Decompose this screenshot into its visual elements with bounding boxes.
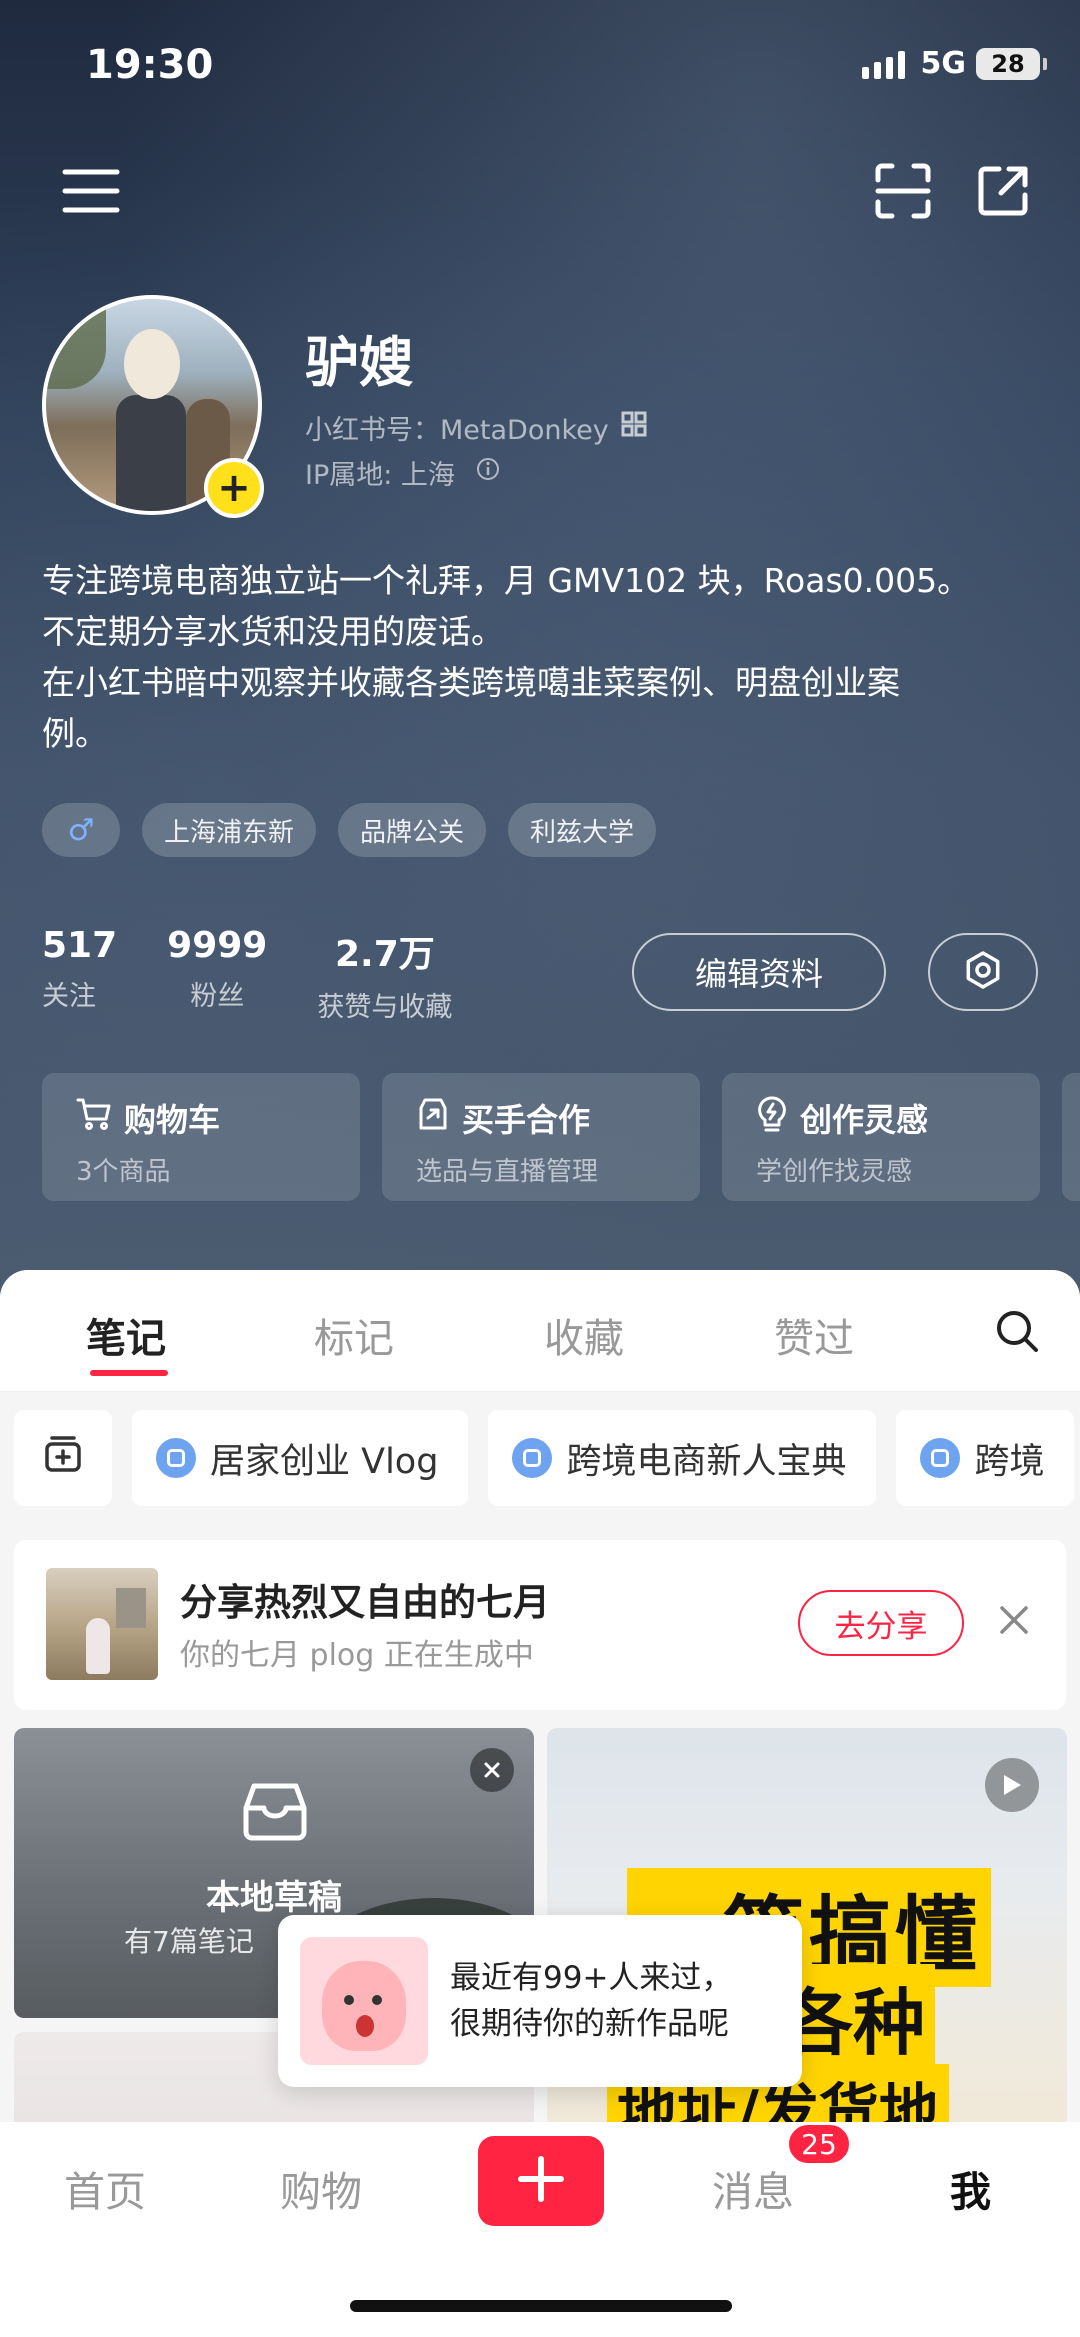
mascot-image [300, 1937, 428, 2065]
play-icon [985, 1758, 1039, 1812]
stat-following[interactable]: 517 关注 [42, 925, 117, 1024]
home-indicator [350, 2300, 732, 2312]
share-icon[interactable] [968, 156, 1038, 226]
bio-line: 不定期分享水货和没用的废话。 [42, 612, 504, 651]
card-title: 创作灵感 [800, 1101, 929, 1139]
bottom-nav: 首页 购物 消息 25 我 [0, 2122, 1080, 2337]
more-card[interactable] [1062, 1073, 1080, 1201]
stat-label: 获赞与收藏 [317, 992, 453, 1023]
collection-chip[interactable]: 跨境电商新人宝典 [488, 1410, 877, 1506]
qrcode-icon[interactable] [621, 411, 647, 444]
nav-home[interactable]: 首页 [64, 2158, 146, 2218]
menu-icon[interactable] [56, 156, 126, 226]
stat-likes[interactable]: 2.7万 获赞与收藏 [317, 925, 452, 1024]
collection-chips: 居家创业 Vlog 跨境电商新人宝典 跨境 [0, 1410, 1075, 1506]
bulb-icon [756, 1095, 788, 1141]
status-time: 19:30 [86, 42, 214, 88]
tag-profession[interactable]: 品牌公关 [338, 803, 487, 857]
toast-message: 最近有99+人来过， 很期待你的新作品呢 [450, 1955, 732, 2047]
tab-marks[interactable]: 标记 [314, 1306, 394, 1364]
bio-line: 专注跨境电商独立站一个礼拜，月 GMV102 块，Roas0.005。 [42, 561, 971, 600]
scan-icon[interactable] [868, 156, 938, 226]
collection-label: 跨境 [974, 1441, 1045, 1482]
tab-notes[interactable]: 笔记 [86, 1306, 166, 1364]
account-id-row: 小红书号：MetaDonkey [305, 408, 647, 447]
tag-location[interactable]: 上海浦东新 [142, 803, 317, 857]
tab-active-indicator [90, 1370, 168, 1376]
profile-stats: 517 关注 9999 粉丝 2.7万 获赞与收藏 [42, 925, 452, 1024]
message-count-badge: 25 [786, 2122, 852, 2166]
visitor-toast[interactable]: 最近有99+人来过， 很期待你的新作品呢 [278, 1915, 802, 2087]
gear-icon [963, 950, 1003, 994]
plog-thumbnail [46, 1568, 158, 1680]
status-indicators: 5G 28 [861, 46, 1047, 81]
collection-label: 居家创业 Vlog [210, 1441, 439, 1482]
edit-profile-button[interactable]: 编辑资料 [632, 933, 886, 1011]
tab-liked[interactable]: 赞过 [774, 1306, 854, 1364]
signal-icon [861, 49, 905, 79]
card-title: 买手合作 [462, 1101, 591, 1139]
tag-school[interactable]: 利兹大学 [508, 803, 657, 857]
add-collection-icon [43, 1434, 83, 1483]
close-icon[interactable] [994, 1600, 1034, 1644]
collection-chip[interactable]: 跨境 [896, 1410, 1075, 1506]
nickname: 驴嫂 [305, 331, 413, 394]
plus-icon [516, 2154, 566, 2208]
collection-icon [920, 1438, 961, 1478]
stat-value: 2.7万 [334, 934, 435, 975]
profile-header: 19:30 5G 28 + 驴嫂 小红书号：MetaDonkey IP属地: 上… [0, 0, 1080, 1310]
tab-collections[interactable]: 收藏 [544, 1306, 624, 1364]
card-subtitle: 学创作找灵感 [756, 1157, 913, 1187]
nav-me[interactable]: 我 [950, 2158, 991, 2218]
plog-title: 分享热烈又自由的七月 [180, 1581, 550, 1624]
collection-icon [156, 1438, 196, 1478]
ip-location: IP属地: 上海 [305, 460, 455, 491]
stat-value: 517 [42, 925, 118, 966]
stat-value: 9999 [167, 925, 268, 966]
settings-button[interactable] [928, 933, 1038, 1011]
card-subtitle: 3个商品 [76, 1157, 171, 1187]
account-id: 小红书号：MetaDonkey [305, 415, 609, 446]
tab-bar: 笔记 标记 收藏 赞过 [0, 1270, 1080, 1392]
bio-line: 在小红书暗中观察并收藏各类跨境噶韭菜案例、明盘创业案 [42, 663, 900, 702]
collection-icon [512, 1438, 553, 1478]
stat-followers[interactable]: 9999 粉丝 [167, 925, 267, 1024]
bio: 专注跨境电商独立站一个礼拜，月 GMV102 块，Roas0.005。 不定期分… [42, 555, 1042, 759]
close-icon[interactable] [470, 1748, 514, 1792]
battery-icon: 28 [976, 47, 1047, 80]
create-post-button[interactable] [478, 2136, 604, 2226]
plog-banner[interactable]: 分享热烈又自由的七月 你的七月 plog 正在生成中 去分享 [14, 1540, 1066, 1710]
card-subtitle: 选品与直播管理 [416, 1157, 599, 1187]
avatar-add-button[interactable]: + [204, 458, 264, 518]
gender-male-icon: ♂ [42, 803, 120, 857]
go-share-button[interactable]: 去分享 [798, 1590, 964, 1656]
network-label: 5G [920, 46, 967, 81]
nav-messages[interactable]: 消息 [712, 2158, 794, 2218]
stat-label: 关注 [42, 981, 96, 1012]
ip-location-row: IP属地: 上海 [305, 453, 501, 492]
card-title: 购物车 [124, 1101, 221, 1139]
creative-inspiration-card[interactable]: 创作灵感 学创作找灵感 [722, 1073, 1040, 1201]
plog-subtitle: 你的七月 plog 正在生成中 [180, 1638, 534, 1673]
profile-tags: ♂ 上海浦东新 品牌公关 利兹大学 [42, 803, 657, 857]
collection-label: 跨境电商新人宝典 [566, 1441, 847, 1482]
bag-icon [416, 1096, 450, 1140]
feature-cards: 购物车 3个商品 买手合作 选品与直播管理 创作灵感 学创作找灵感 [42, 1073, 1080, 1201]
draft-title: 本地草稿 [206, 1878, 342, 1918]
nav-shop[interactable]: 购物 [280, 2158, 362, 2218]
shopping-cart-card[interactable]: 购物车 3个商品 [42, 1073, 360, 1201]
collection-chip[interactable]: 居家创业 Vlog [132, 1410, 469, 1506]
add-collection-button[interactable] [14, 1410, 112, 1506]
bio-line: 例。 [42, 714, 108, 753]
info-icon[interactable] [475, 456, 501, 489]
toast-line: 很期待你的新作品呢 [450, 2006, 729, 2042]
draft-subtitle: 有7篇笔记 [124, 1925, 254, 1958]
buyer-cooperation-card[interactable]: 买手合作 选品与直播管理 [382, 1073, 700, 1201]
stat-label: 粉丝 [190, 981, 245, 1012]
toast-line: 最近有99+人来过， [450, 1960, 733, 1996]
draft-box-icon [240, 1780, 310, 1846]
cart-icon [76, 1097, 112, 1139]
search-icon[interactable] [994, 1308, 1040, 1358]
